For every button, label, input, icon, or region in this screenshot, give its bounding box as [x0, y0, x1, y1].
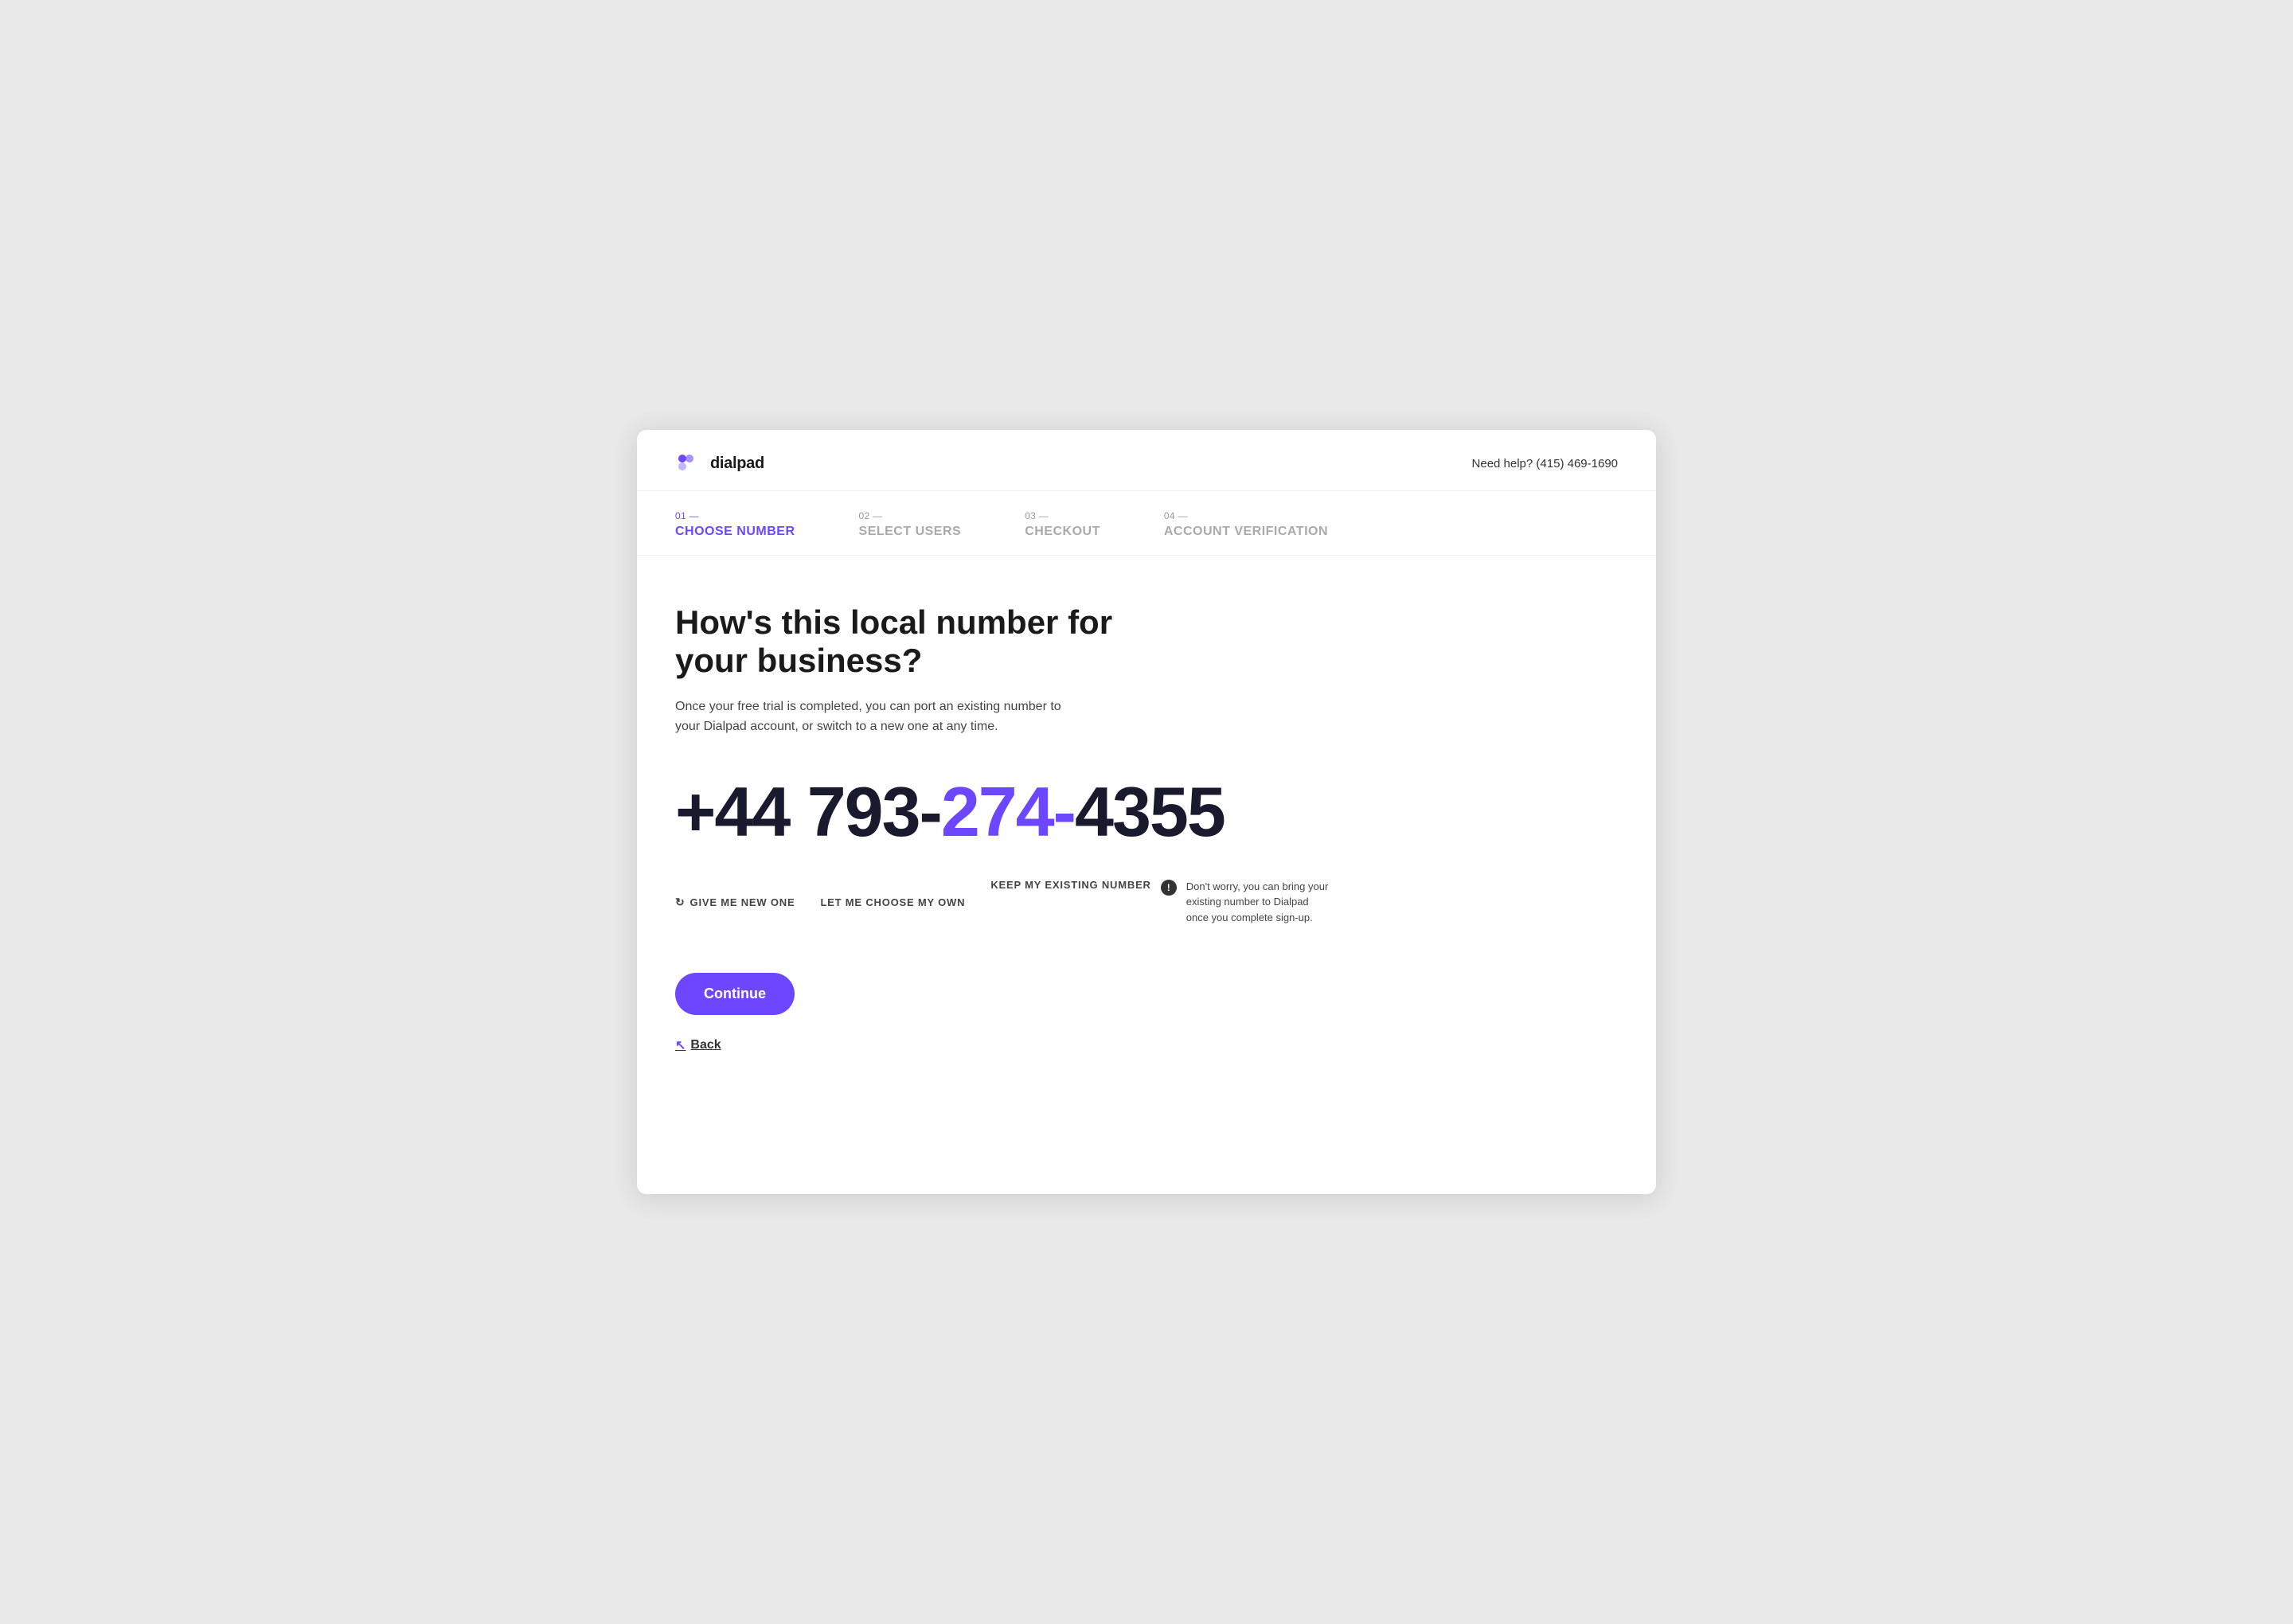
logo: dialpad	[675, 452, 764, 474]
back-button[interactable]: ↖ Back	[675, 1037, 721, 1053]
header: dialpad Need help? (415) 469-1690	[637, 430, 1656, 491]
phone-number-display: +44 793- 274- 4355	[675, 777, 1618, 847]
page-headline: How's this local number for your busines…	[675, 603, 1153, 681]
step-4-label: ACCOUNT VERIFICATION	[1164, 525, 1328, 539]
give-new-one-button[interactable]: ↻ GIVE ME NEW ONE	[675, 896, 795, 909]
app-window: dialpad Need help? (415) 469-1690 01 — C…	[637, 430, 1656, 1194]
logo-text: dialpad	[710, 455, 764, 473]
phone-highlight: 274-	[941, 777, 1075, 847]
main-content: How's this local number for your busines…	[637, 556, 1656, 1194]
keep-existing-button[interactable]: KEEP MY EXISTING NUMBER	[990, 879, 1150, 891]
step-choose-number[interactable]: 01 — CHOOSE NUMBER	[675, 510, 795, 539]
step-2-label: SELECT USERS	[859, 525, 962, 539]
step-1-label: CHOOSE NUMBER	[675, 525, 795, 539]
phone-end: 4355	[1075, 777, 1225, 847]
logo-icon	[675, 452, 704, 474]
keep-existing-section: KEEP MY EXISTING NUMBER ! Don't worry, y…	[990, 879, 1329, 926]
step-3-num: 03 —	[1025, 510, 1100, 521]
choose-own-button[interactable]: LET ME CHOOSE MY OWN	[820, 896, 965, 908]
step-select-users[interactable]: 02 — SELECT USERS	[859, 510, 962, 539]
back-arrow-icon: ↖	[675, 1037, 686, 1053]
refresh-icon: ↻	[675, 896, 686, 909]
help-section: Need help? (415) 469-1690	[1472, 457, 1618, 470]
info-icon[interactable]: !	[1161, 880, 1177, 896]
step-4-num: 04 —	[1164, 510, 1328, 521]
step-checkout[interactable]: 03 — CHECKOUT	[1025, 510, 1100, 539]
actions-row: ↻ GIVE ME NEW ONE LET ME CHOOSE MY OWN K…	[675, 879, 1618, 926]
steps-nav: 01 — CHOOSE NUMBER 02 — SELECT USERS 03 …	[637, 491, 1656, 556]
page-subtext: Once your free trial is completed, you c…	[675, 697, 1089, 737]
phone-prefix: +44 793-	[675, 777, 941, 847]
step-1-num: 01 —	[675, 510, 795, 521]
step-account-verification[interactable]: 04 — ACCOUNT VERIFICATION	[1164, 510, 1328, 539]
continue-button[interactable]: Continue	[675, 973, 795, 1015]
step-2-num: 02 —	[859, 510, 962, 521]
tooltip-text: Don't worry, you can bring your existing…	[1186, 879, 1330, 926]
step-3-label: CHECKOUT	[1025, 525, 1100, 539]
